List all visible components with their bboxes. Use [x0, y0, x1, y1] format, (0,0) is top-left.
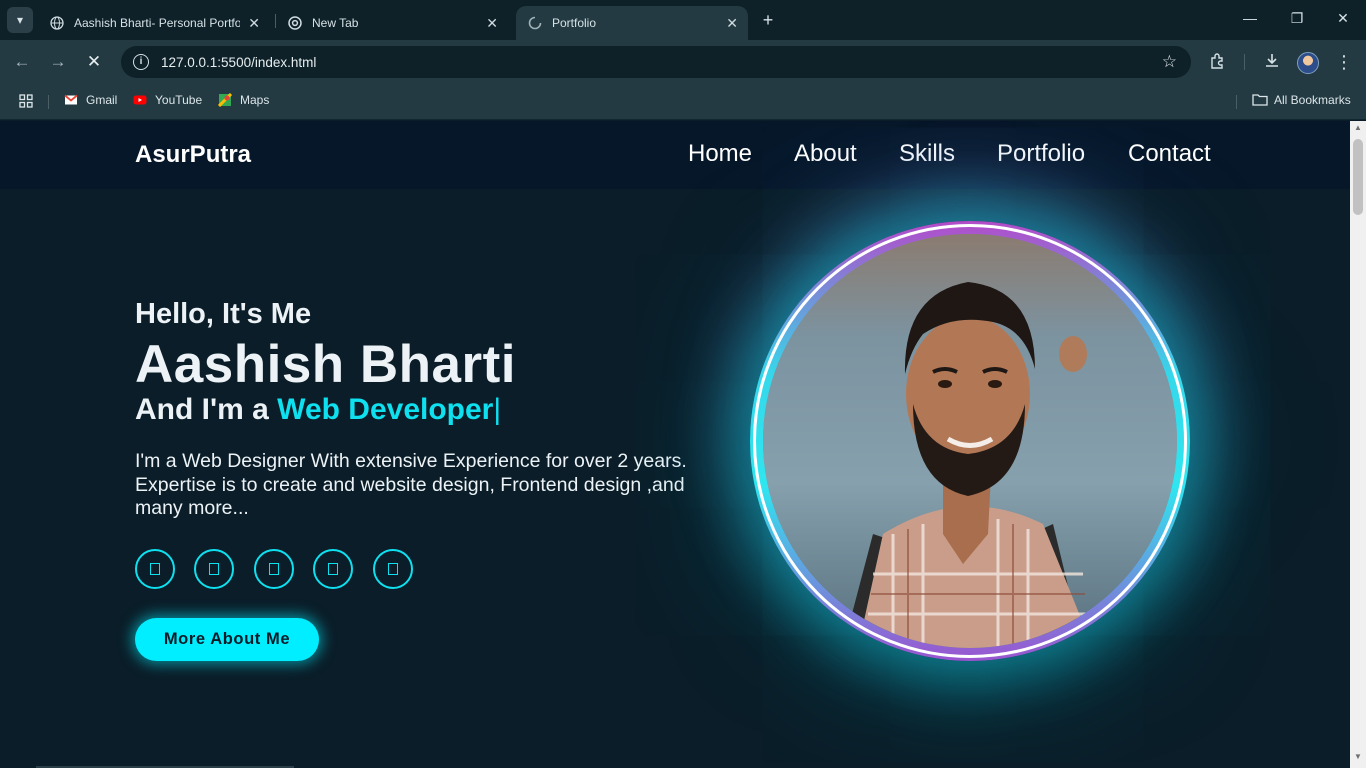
page-scrollbar[interactable]: ▲ ▼: [1350, 121, 1366, 768]
tab-title: Portfolio: [552, 16, 597, 30]
chevron-down-icon: ▾: [16, 13, 24, 27]
more-about-me-button[interactable]: More About Me: [135, 618, 319, 661]
nav-contact[interactable]: Contact: [1128, 140, 1211, 168]
scroll-down-icon[interactable]: ▼: [1350, 752, 1366, 766]
tab-portfolio[interactable]: Portfolio ✕: [516, 6, 748, 40]
bookmark-maps[interactable]: Maps: [217, 92, 270, 108]
back-arrow-icon[interactable]: ←: [12, 52, 32, 72]
tab-title: New Tab: [312, 16, 359, 30]
bookmark-label: Gmail: [86, 93, 118, 107]
loading-icon: [528, 16, 542, 30]
close-icon[interactable]: ✕: [726, 15, 738, 32]
profile-photo-frame: [750, 221, 1190, 661]
chrome-icon: [288, 16, 302, 30]
download-icon[interactable]: [1262, 52, 1282, 75]
forward-arrow-icon[interactable]: →: [48, 52, 68, 72]
gmail-icon: [64, 93, 78, 107]
bookmark-youtube[interactable]: YouTube: [133, 93, 202, 107]
tab-title: Aashish Bharti- Personal Portfolio: [74, 16, 241, 30]
nav-about[interactable]: About: [794, 140, 857, 168]
page-viewport: AsurPutra Home About Skills Portfolio Co…: [0, 121, 1350, 768]
bookmark-gmail[interactable]: Gmail: [64, 93, 117, 107]
hero-greeting: Hello, It's Me: [135, 298, 312, 330]
site-info-icon[interactable]: i: [133, 54, 149, 70]
window-close-icon[interactable]: ✕: [1333, 10, 1353, 27]
scrollbar-thumb[interactable]: [1353, 139, 1363, 215]
bookmark-separator: [48, 95, 49, 109]
minimize-icon[interactable]: —: [1240, 10, 1260, 26]
stop-loading-icon[interactable]: ✕: [84, 52, 104, 72]
all-bookmarks[interactable]: All Bookmarks: [1252, 93, 1351, 107]
social-icon-2[interactable]: [194, 549, 234, 589]
site-logo[interactable]: AsurPutra: [135, 141, 251, 169]
hero-name: Aashish Bharti: [135, 335, 517, 394]
bookmark-separator: [1236, 95, 1237, 109]
youtube-icon: [133, 93, 147, 107]
apps-grid-icon[interactable]: [18, 93, 34, 109]
hero-role-accent: Web Developer: [277, 393, 494, 426]
nav-skills[interactable]: Skills: [899, 140, 955, 168]
extensions-icon[interactable]: [1208, 52, 1228, 75]
nav-portfolio[interactable]: Portfolio: [997, 140, 1085, 168]
bookmark-star-icon[interactable]: ☆: [1162, 52, 1177, 72]
hero-role: And I'm a Web Developer|: [135, 393, 501, 427]
hero-role-prefix: And I'm a: [135, 393, 269, 426]
toolbar-separator: [1244, 54, 1245, 70]
tab-strip: ▾ Aashish Bharti- Personal Portfolio ✕ N…: [0, 0, 1366, 40]
profile-photo: [763, 234, 1177, 648]
social-icon-1[interactable]: [135, 549, 175, 589]
close-icon[interactable]: ✕: [248, 15, 260, 32]
missing-glyph-icon: [269, 563, 279, 575]
all-bookmarks-label: All Bookmarks: [1274, 93, 1351, 107]
tab-new-tab[interactable]: New Tab ✕: [276, 6, 508, 40]
address-bar[interactable]: i 127.0.0.1:5500/index.html ☆: [121, 46, 1191, 78]
social-icon-3[interactable]: [254, 549, 294, 589]
bookmark-label: YouTube: [155, 93, 203, 107]
profile-avatar[interactable]: [1297, 52, 1319, 74]
globe-icon: [50, 16, 64, 30]
maps-icon: [217, 92, 233, 108]
close-icon[interactable]: ✕: [486, 15, 498, 32]
bookmark-label: Maps: [240, 93, 270, 107]
new-tab-button[interactable]: +: [758, 9, 778, 31]
missing-glyph-icon: [388, 563, 398, 575]
url-text[interactable]: 127.0.0.1:5500/index.html: [161, 55, 316, 70]
browser-toolbar: ← → ✕ i 127.0.0.1:5500/index.html ☆ ⋮: [0, 40, 1366, 84]
social-icon-4[interactable]: [313, 549, 353, 589]
bookmarks-bar: Gmail YouTube Maps All Bookmarks: [0, 84, 1366, 120]
missing-glyph-icon: [209, 563, 219, 575]
social-icon-5[interactable]: [373, 549, 413, 589]
typing-caret: |: [493, 393, 502, 426]
hero-description: I'm a Web Designer With extensive Experi…: [135, 450, 687, 519]
scroll-up-icon[interactable]: ▲: [1350, 123, 1366, 137]
menu-kebab-icon[interactable]: ⋮: [1334, 52, 1354, 73]
missing-glyph-icon: [328, 563, 338, 575]
site-header: AsurPutra Home About Skills Portfolio Co…: [0, 121, 1350, 189]
tab-search-button[interactable]: ▾: [7, 7, 33, 33]
restore-icon[interactable]: ❐: [1287, 10, 1307, 27]
missing-glyph-icon: [150, 563, 160, 575]
folder-icon: [1252, 93, 1268, 107]
tab-aashish-portfolio[interactable]: Aashish Bharti- Personal Portfolio ✕: [38, 6, 270, 40]
nav-home[interactable]: Home: [688, 140, 752, 168]
